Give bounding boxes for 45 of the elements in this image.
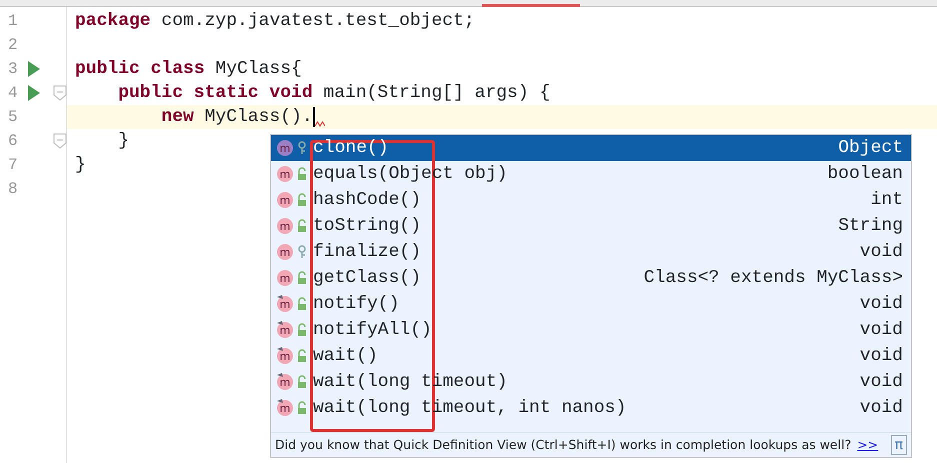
code-text: } bbox=[75, 154, 86, 177]
line-number: 2 bbox=[7, 35, 19, 56]
method-icon: m bbox=[276, 165, 294, 183]
code-text: } bbox=[118, 130, 129, 153]
completion-item[interactable]: m finalize() void bbox=[271, 239, 911, 265]
line-number: 4 bbox=[7, 83, 19, 104]
run-icon[interactable] bbox=[28, 85, 40, 101]
completion-item[interactable]: m notifyAll() void bbox=[271, 317, 911, 343]
method-icon: m bbox=[276, 373, 294, 391]
line-number: 6 bbox=[7, 131, 19, 152]
completion-item[interactable]: m wait() void bbox=[271, 343, 911, 369]
completion-item[interactable]: m getClass() Class<? extends MyClass> bbox=[271, 265, 911, 291]
method-icon: m bbox=[276, 191, 294, 209]
line-number: 5 bbox=[7, 107, 19, 128]
fold-icon[interactable] bbox=[53, 85, 67, 101]
tip-text: Did you know that Quick Definition View (Ctrl+Shift+I) works in completion lookups as well? bbox=[275, 436, 852, 454]
method-icon: m bbox=[276, 269, 294, 287]
line-number: 8 bbox=[7, 179, 19, 200]
code-keyword: new bbox=[161, 106, 194, 129]
completion-item[interactable]: m hashCode() int bbox=[271, 187, 911, 213]
code-keyword: package bbox=[75, 10, 151, 33]
code-text: com.zyp.javatest.test_object; bbox=[160, 10, 475, 33]
code-text: MyClass{ bbox=[214, 58, 302, 81]
method-icon: m bbox=[276, 399, 294, 417]
method-icon: m bbox=[276, 321, 294, 339]
completion-item[interactable]: m clone() Object bbox=[271, 135, 911, 161]
pi-button[interactable]: π bbox=[890, 435, 907, 455]
code-text: MyClass(). bbox=[204, 106, 313, 129]
fold-icon[interactable] bbox=[53, 133, 67, 149]
completion-item[interactable]: m notify() void bbox=[271, 291, 911, 317]
line-number: 7 bbox=[7, 155, 19, 176]
line-number: 1 bbox=[7, 11, 19, 32]
method-icon: m bbox=[276, 347, 294, 365]
code-text: main(String[] args) { bbox=[322, 82, 550, 105]
code-keyword: public class bbox=[75, 58, 205, 81]
error-squiggle-icon bbox=[314, 121, 325, 127]
method-icon: m bbox=[276, 243, 294, 261]
method-icon: m bbox=[276, 217, 294, 235]
method-icon: m bbox=[276, 295, 294, 313]
method-icon: m bbox=[276, 139, 294, 157]
line-number: 3 bbox=[7, 59, 19, 80]
code-keyword: public static void bbox=[118, 82, 313, 105]
more-link[interactable]: >> bbox=[857, 436, 878, 454]
completion-item[interactable]: m toString() String bbox=[271, 213, 911, 239]
run-icon[interactable] bbox=[28, 61, 40, 77]
